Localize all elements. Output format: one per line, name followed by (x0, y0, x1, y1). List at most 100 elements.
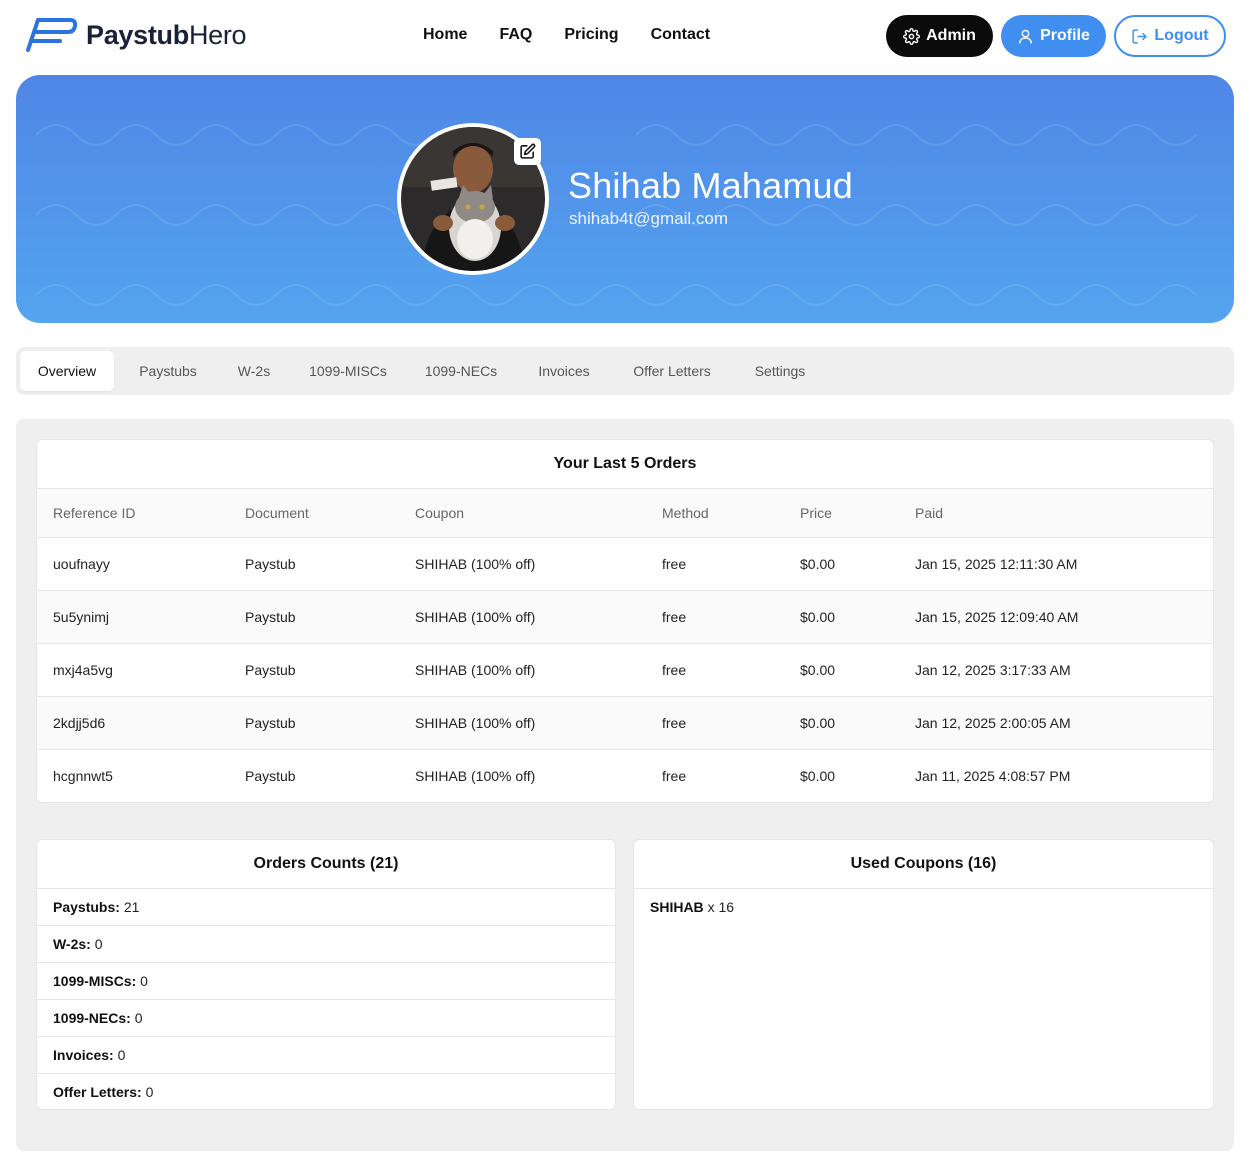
cell-paid: Jan 12, 2025 3:17:33 AM (915, 662, 1071, 678)
count-row-1099-necs: 1099-NECs: 0 (37, 1000, 615, 1037)
cell-document: Paystub (245, 556, 296, 572)
used-coupons-card: Used Coupons (16) SHIHAB x 16 (633, 839, 1214, 1110)
tab-settings[interactable]: Settings (740, 351, 820, 391)
count-label: 1099-NECs: (53, 1010, 131, 1026)
column-header-paid: Paid (915, 505, 944, 521)
brand-name-bold: Paystub (86, 20, 189, 50)
cell-paid: Jan 12, 2025 2:00:05 AM (915, 715, 1071, 731)
cell-paid: Jan 15, 2025 12:09:40 AM (915, 609, 1079, 625)
brand-name-light: Hero (188, 20, 247, 50)
column-header-method: Method (662, 505, 709, 521)
cell-reference-id: uoufnayy (53, 556, 110, 572)
brand-name: PaystubHero (86, 17, 247, 53)
tab-1099-miscs[interactable]: 1099-MISCs (298, 351, 398, 391)
count-label: W-2s: (53, 936, 91, 952)
count-label: Offer Letters: (53, 1084, 142, 1100)
column-header-price: Price (800, 505, 832, 521)
cell-method: free (662, 715, 687, 731)
cell-reference-id: 2kdjj5d6 (53, 715, 106, 731)
tab-paystubs[interactable]: Paystubs (126, 351, 210, 391)
cell-paid: Jan 11, 2025 4:08:57 PM (915, 768, 1071, 784)
count-row-paystubs: Paystubs: 21 (37, 889, 615, 926)
table-row: 2kdjj5d6 Paystub SHIHAB (100% off) free … (37, 697, 1213, 750)
cell-reference-id: mxj4a5vg (53, 662, 113, 678)
count-value: 0 (140, 973, 148, 989)
table-row: hcgnnwt5 Paystub SHIHAB (100% off) free … (37, 750, 1213, 802)
coupon-count: x 16 (707, 899, 735, 915)
last-orders-title: Your Last 5 Orders (37, 440, 1213, 489)
cell-coupon: SHIHAB (100% off) (415, 715, 536, 731)
tab-offer-letters[interactable]: Offer Letters (620, 351, 724, 391)
used-coupons-title: Used Coupons (16) (634, 840, 1213, 889)
cell-method: free (662, 662, 687, 678)
tab-1099-necs[interactable]: 1099-NECs (414, 351, 508, 391)
navbar: PaystubHero Home FAQ Pricing Contact Adm… (0, 0, 1250, 72)
logout-icon (1132, 28, 1147, 44)
logout-button-label: Logout (1154, 27, 1209, 44)
cell-document: Paystub (245, 715, 296, 731)
table-row: mxj4a5vg Paystub SHIHAB (100% off) free … (37, 644, 1213, 697)
nav-link-home[interactable]: Home (423, 24, 467, 46)
table-row: 5u5ynimj Paystub SHIHAB (100% off) free … (37, 591, 1213, 644)
coupon-code: SHIHAB (650, 899, 704, 915)
cell-reference-id: hcgnnwt5 (53, 768, 113, 784)
brand-logo[interactable]: PaystubHero (24, 16, 247, 54)
tab-overview[interactable]: Overview (20, 351, 114, 391)
order-counts-title: Orders Counts (21) (37, 840, 615, 889)
cell-document: Paystub (245, 662, 296, 678)
count-label: Paystubs: (53, 899, 120, 915)
profile-button-label: Profile (1040, 27, 1090, 44)
tab-invoices[interactable]: Invoices (524, 351, 604, 391)
cell-coupon: SHIHAB (100% off) (415, 662, 536, 678)
count-value: 0 (134, 1010, 143, 1026)
cell-price: $0.00 (800, 768, 836, 784)
avatar-edit-button[interactable] (514, 138, 541, 165)
profile-hero: Shihab Mahamud shihab4t@gmail.com (16, 75, 1234, 323)
count-value: 21 (123, 899, 140, 915)
cell-method: free (662, 556, 687, 572)
profile-email: shihab4t@gmail.com (569, 209, 728, 228)
cell-price: $0.00 (800, 662, 836, 678)
cell-reference-id: 5u5ynimj (53, 609, 110, 625)
column-header-document: Document (245, 505, 309, 521)
admin-button[interactable]: Admin (886, 15, 993, 57)
nav-link-contact[interactable]: Contact (651, 24, 711, 46)
overview-panel: Your Last 5 Orders Reference ID Document… (16, 419, 1234, 1151)
nav-link-faq[interactable]: FAQ (499, 24, 532, 46)
admin-button-label: Admin (926, 27, 976, 44)
count-value: 0 (94, 936, 103, 952)
orders-table-header: Reference ID Document Coupon Method Pric… (37, 489, 1213, 538)
count-value: 0 (117, 1047, 126, 1063)
cell-paid: Jan 15, 2025 12:11:30 AM (915, 556, 1078, 572)
order-counts-card: Orders Counts (21) Paystubs: 21 W-2s: 0 … (36, 839, 616, 1110)
cell-document: Paystub (245, 768, 296, 784)
count-row-w2s: W-2s: 0 (37, 926, 615, 963)
cell-price: $0.00 (800, 556, 836, 572)
cell-price: $0.00 (800, 609, 836, 625)
tab-w2s[interactable]: W-2s (226, 351, 282, 391)
user-icon (1019, 29, 1032, 44)
cell-coupon: SHIHAB (100% off) (415, 768, 536, 784)
column-header-coupon: Coupon (415, 505, 465, 521)
coupon-row: SHIHAB x 16 (634, 889, 1213, 926)
last-orders-card: Your Last 5 Orders Reference ID Document… (36, 439, 1214, 803)
count-value: 0 (145, 1084, 154, 1100)
cell-coupon: SHIHAB (100% off) (415, 556, 536, 572)
count-row-offer-letters: Offer Letters: 0 (37, 1074, 615, 1109)
gear-icon (903, 27, 921, 45)
count-row-1099-miscs: 1099-MISCs: 0 (37, 963, 615, 1000)
logout-button[interactable]: Logout (1114, 15, 1226, 57)
profile-name: Shihab Mahamud (568, 165, 853, 206)
count-label: Invoices: (53, 1047, 114, 1063)
profile-button[interactable]: Profile (1001, 15, 1106, 57)
cell-method: free (662, 768, 687, 784)
table-row: uoufnayy Paystub SHIHAB (100% off) free … (37, 538, 1213, 591)
nav-link-pricing[interactable]: Pricing (564, 24, 618, 46)
profile-tabs: Overview Paystubs W-2s 1099-MISCs 1099-N… (16, 347, 1234, 395)
cell-price: $0.00 (800, 715, 836, 731)
nav-links: Home FAQ Pricing Contact (423, 24, 710, 46)
edit-icon (520, 143, 536, 159)
paystubhero-logo-icon (26, 18, 78, 52)
cell-document: Paystub (245, 609, 296, 625)
count-row-invoices: Invoices: 0 (37, 1037, 615, 1074)
